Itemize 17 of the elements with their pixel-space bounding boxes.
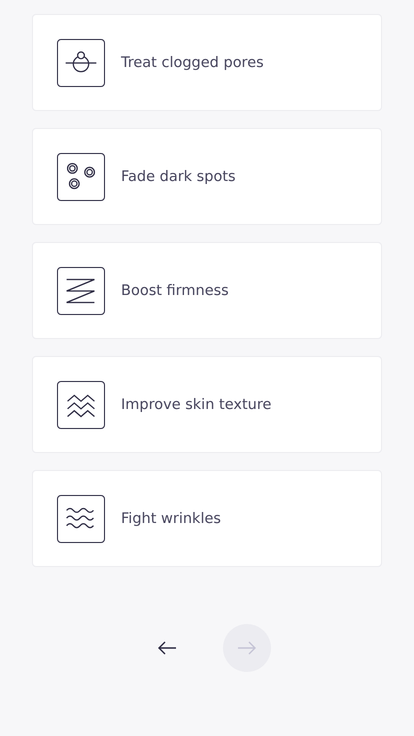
option-card[interactable]: Improve skin texture [32, 356, 382, 453]
option-card[interactable]: Fade dark spots [32, 128, 382, 225]
option-card[interactable]: Boost firmness [32, 242, 382, 339]
option-label: Treat clogged pores [121, 54, 264, 70]
zigzag-icon [57, 266, 105, 314]
option-label: Fade dark spots [121, 168, 236, 184]
option-label: Improve skin texture [121, 396, 272, 412]
forward-arrow-icon [237, 641, 257, 655]
chevrons-icon [57, 380, 105, 428]
back-arrow-icon [157, 641, 177, 655]
option-card[interactable]: Fight wrinkles [32, 470, 382, 567]
option-card[interactable]: Treat clogged pores [32, 14, 382, 111]
spots-icon [57, 152, 105, 200]
waves-icon [57, 494, 105, 542]
pore-icon [57, 38, 105, 86]
option-label: Fight wrinkles [121, 510, 221, 526]
option-label: Boost firmness [121, 282, 229, 298]
